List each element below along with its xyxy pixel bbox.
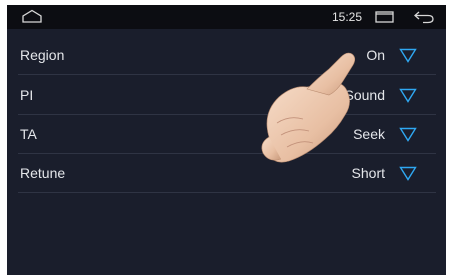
setting-row-region[interactable]: Region On [7, 36, 446, 74]
dropdown-arrow-icon[interactable] [399, 48, 417, 63]
window-icon[interactable] [374, 10, 396, 24]
setting-label: Region [20, 47, 65, 63]
setting-label: Retune [20, 165, 66, 181]
setting-row-pi[interactable]: PI Sound [7, 76, 446, 114]
setting-value: Seek [353, 126, 385, 142]
row-divider [18, 192, 436, 193]
setting-value: Sound [344, 87, 385, 103]
setting-value: On [366, 47, 385, 63]
dropdown-arrow-icon[interactable] [399, 166, 417, 181]
status-bar: 15:25 [7, 5, 446, 29]
dropdown-arrow-icon[interactable] [399, 127, 417, 142]
setting-label: PI [20, 87, 34, 103]
radio-settings-screen: 15:25 Region On PI Sound TA Seek Retune … [7, 5, 446, 275]
home-icon[interactable] [21, 9, 43, 24]
back-icon[interactable] [413, 10, 435, 24]
clock: 15:25 [332, 10, 363, 24]
setting-row-ta[interactable]: TA Seek [7, 115, 446, 153]
setting-label: TA [20, 126, 37, 142]
row-divider [18, 74, 436, 75]
dropdown-arrow-icon[interactable] [399, 88, 417, 103]
setting-value: Short [351, 165, 385, 181]
setting-row-retune[interactable]: Retune Short [7, 154, 446, 192]
